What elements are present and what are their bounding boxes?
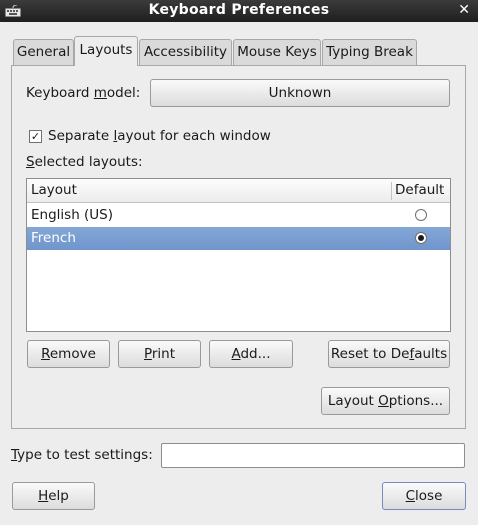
test-settings-input[interactable] [161, 443, 465, 468]
reset-to-defaults-button[interactable]: Reset to Defaults [328, 340, 450, 368]
title-bar: Keyboard Preferences ✕ [0, 0, 478, 22]
column-header-default[interactable]: Default [395, 182, 444, 198]
tab-general-label: General [16, 44, 71, 60]
default-radio[interactable] [415, 209, 427, 221]
checkmark-icon: ✓ [30, 130, 41, 143]
selected-layouts-label: Selected layouts: [26, 154, 143, 170]
layout-row-french[interactable]: French [27, 227, 450, 250]
separate-layout-label[interactable]: Separate layout for each window [48, 128, 271, 144]
layout-name: French [31, 230, 76, 246]
tab-typing-break[interactable]: Typing Break [322, 39, 417, 65]
list-header: Layout Default [27, 179, 450, 203]
close-window-icon[interactable]: ✕ [458, 2, 470, 18]
close-button[interactable]: Close [382, 482, 466, 510]
layout-row-english-us[interactable]: English (US) [27, 204, 450, 227]
tab-typing-break-label: Typing Break [326, 44, 413, 60]
add-button[interactable]: Add... [209, 340, 293, 368]
print-button[interactable]: Print [118, 340, 201, 368]
test-settings-label: Type to test settings: [11, 447, 153, 463]
layout-options-button[interactable]: Layout Options... [321, 387, 450, 415]
keyboard-model-label: Keyboard model: [26, 85, 141, 101]
tab-layouts[interactable]: Layouts [74, 36, 138, 66]
column-divider [391, 182, 392, 200]
tab-mouse-keys-label: Mouse Keys [237, 44, 317, 60]
tab-accessibility-label: Accessibility [143, 44, 228, 60]
help-button[interactable]: Help [12, 482, 95, 510]
radio-dot-icon [418, 235, 424, 241]
keyboard-model-button[interactable]: Unknown [150, 79, 450, 107]
tab-accessibility[interactable]: Accessibility [139, 39, 232, 65]
tab-layouts-label: Layouts [79, 42, 133, 58]
column-header-layout[interactable]: Layout [31, 182, 77, 198]
tab-general[interactable]: General [13, 39, 74, 65]
tab-mouse-keys[interactable]: Mouse Keys [233, 39, 321, 65]
layout-name: English (US) [31, 207, 114, 223]
default-radio[interactable] [415, 232, 427, 244]
layouts-list[interactable]: Layout Default English (US) French [26, 178, 451, 332]
window-title: Keyboard Preferences [148, 2, 330, 18]
remove-button[interactable]: Remove [27, 340, 110, 368]
separate-layout-checkbox[interactable]: ✓ [29, 130, 42, 143]
